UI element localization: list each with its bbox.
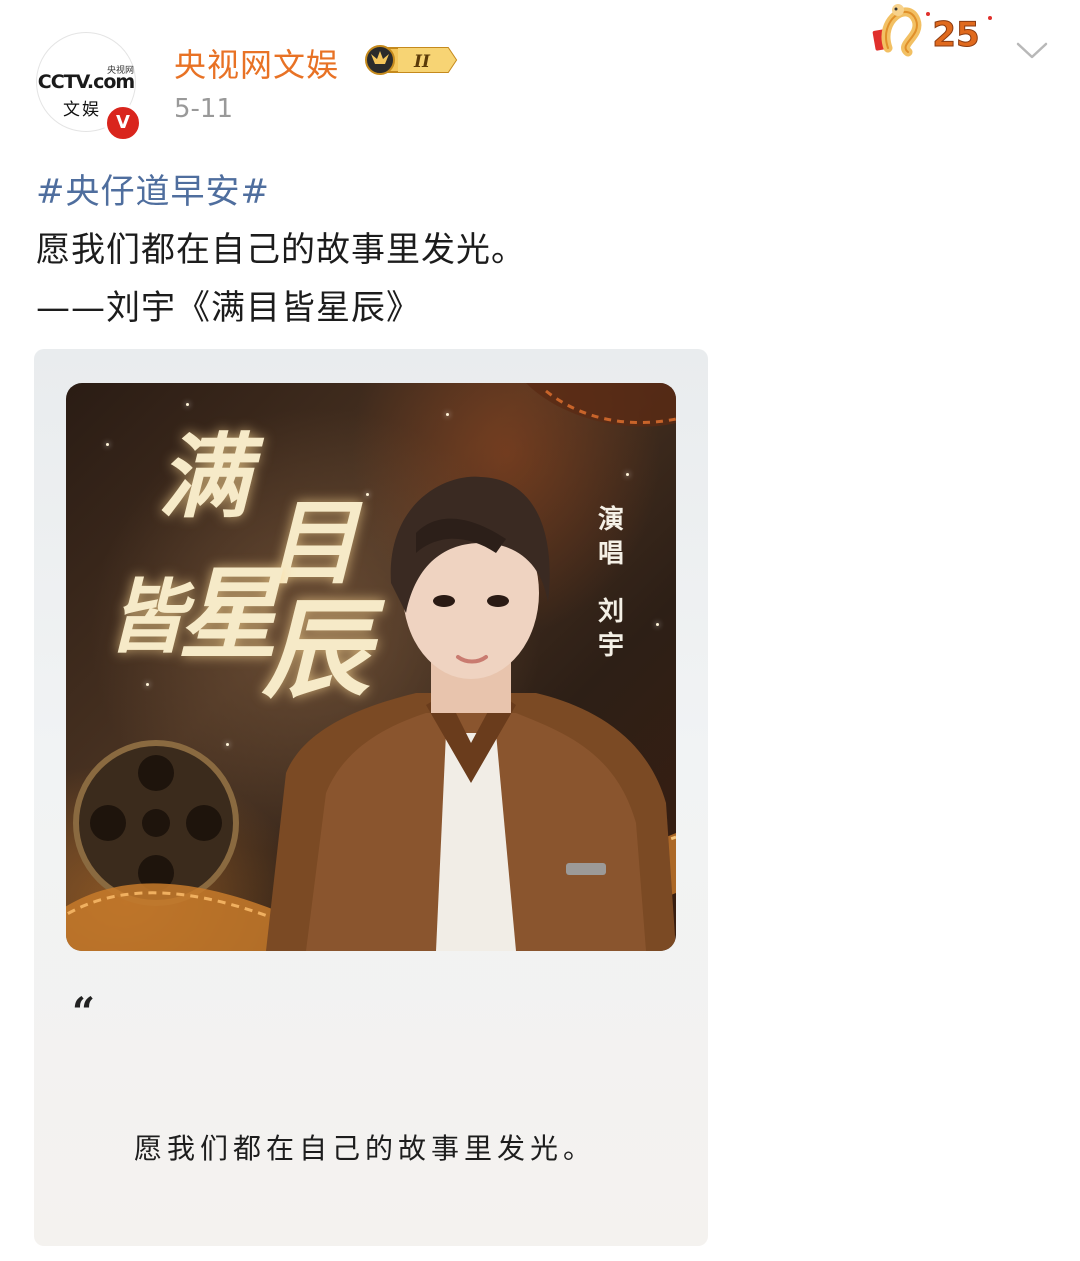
post-text-line-1: 愿我们都在自己的故事里发光。 bbox=[36, 230, 526, 270]
cover-title-char-3: 皆 bbox=[106, 570, 186, 664]
album-cover: 满 目 皆 星 辰 演 唱 刘 宇 bbox=[66, 383, 676, 951]
level-badge[interactable]: II bbox=[362, 42, 460, 78]
sparkle bbox=[626, 473, 629, 476]
chevron-down-icon[interactable] bbox=[1014, 38, 1050, 62]
cover-credit-4: 宇 bbox=[598, 631, 625, 661]
avatar-logo-line2: 文娱 bbox=[63, 100, 101, 120]
avatar-logo: CCTV.com bbox=[37, 71, 135, 93]
author-name[interactable]: 央视网文娱 bbox=[174, 40, 339, 86]
quote-text: 愿我们都在自己的故事里发光。 bbox=[134, 1132, 597, 1165]
snake-decoration-icon: 25 bbox=[872, 4, 992, 57]
cover-title-char-5: 辰 bbox=[262, 587, 371, 713]
quote-card-image[interactable]: 满 目 皆 星 辰 演 唱 刘 宇 “ 愿我们都在自己的故事里发光。 bbox=[34, 349, 708, 1246]
sparkle bbox=[446, 413, 449, 416]
verified-badge: V bbox=[104, 104, 142, 142]
post-header: 央视网 CCTV.com 文娱 V 央视网文娱 II 5-11 25 bbox=[0, 0, 1080, 150]
sparkle bbox=[146, 683, 149, 686]
cover-title-char-1: 满 bbox=[158, 423, 251, 531]
sparkle bbox=[366, 493, 369, 496]
anniversary-decoration: 25 bbox=[868, 0, 1008, 60]
quote-mark: “ bbox=[72, 989, 96, 1036]
cover-credit-1: 演 bbox=[598, 505, 625, 535]
cover-credit-3: 刘 bbox=[598, 597, 625, 627]
sparkle bbox=[226, 743, 229, 746]
hashtag-link[interactable]: #央仔道早安# bbox=[36, 164, 270, 213]
sparkle bbox=[656, 623, 659, 626]
decoration-number: 25 bbox=[932, 15, 979, 55]
sparkle bbox=[106, 443, 109, 446]
post-date: 5-11 bbox=[174, 94, 234, 124]
cover-credit-2: 唱 bbox=[598, 539, 625, 569]
post-text-line-2: ——刘宇《满目皆星辰》 bbox=[36, 288, 421, 328]
level-label: II bbox=[413, 52, 431, 72]
